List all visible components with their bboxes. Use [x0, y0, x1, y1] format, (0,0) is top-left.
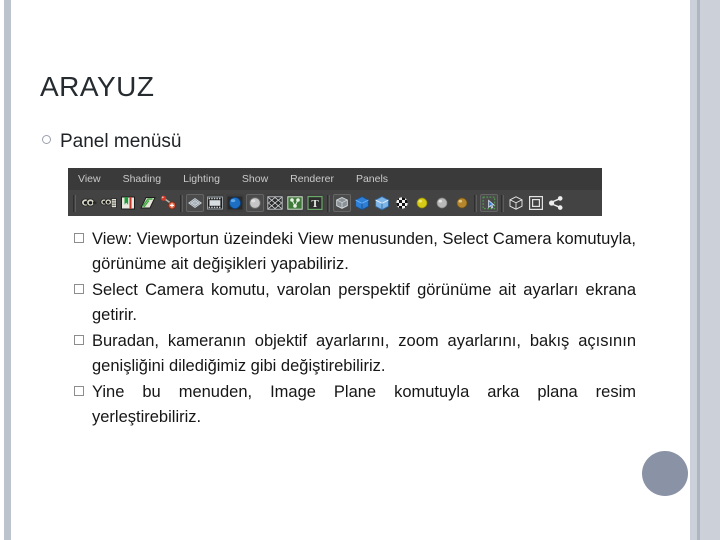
maya-panel-toolbar-image: View Shading Lighting Show Renderer Pane…: [68, 168, 602, 216]
shade-options-icon[interactable]: [266, 194, 284, 212]
shadows-icon[interactable]: [480, 194, 498, 212]
maya-menu-panels[interactable]: Panels: [356, 173, 388, 185]
toggle-subdiv-icon[interactable]: [373, 194, 391, 212]
default-light-icon[interactable]: [433, 194, 451, 212]
list-item: Select Camera komutu, varolan perspektif…: [74, 278, 636, 328]
maya-menu-shading[interactable]: Shading: [123, 173, 162, 185]
hollow-square-bullet-icon: [74, 386, 84, 396]
texture-mode-icon[interactable]: T: [306, 194, 324, 212]
toolbar-separator: [326, 194, 331, 212]
bookmark-icon[interactable]: [119, 194, 137, 212]
toolbar-separator: [72, 194, 77, 212]
use-default-material-icon[interactable]: [246, 194, 264, 212]
level1-bullet-item: Panel menüsü: [42, 131, 181, 153]
hollow-circle-bullet-icon: [42, 135, 51, 144]
maya-menu-view[interactable]: View: [78, 173, 101, 185]
list-item-text: Buradan, kameranın objektif ayarlarını, …: [92, 332, 636, 375]
point-light-icon[interactable]: [413, 194, 431, 212]
xray-joints-icon[interactable]: [286, 194, 304, 212]
toggle-nurbs-icon[interactable]: [333, 194, 351, 212]
right-accent-bar-inner: [690, 0, 697, 540]
list-item: Buradan, kameranın objektif ayarlarını, …: [74, 329, 636, 379]
exposure-icon[interactable]: [547, 194, 565, 212]
body-bullet-list: View: Viewportun üzeindeki View menusund…: [74, 227, 636, 431]
maya-menu-lighting[interactable]: Lighting: [183, 173, 220, 185]
list-item-text: Yine bu menuden, Image Plane komutuyla a…: [92, 383, 636, 426]
hollow-square-bullet-icon: [74, 284, 84, 294]
maya-menu-bar: View Shading Lighting Show Renderer Pane…: [68, 168, 602, 190]
decorative-circle: [642, 451, 688, 496]
toolbar-separator: [179, 194, 184, 212]
maya-icon-bar: T: [68, 190, 602, 216]
svg-text:T: T: [311, 198, 319, 210]
level1-bullet-label: Panel menüsü: [60, 131, 182, 152]
list-item-text: View: Viewportun üzeindeki View menusund…: [92, 230, 636, 273]
maya-menu-show[interactable]: Show: [242, 173, 268, 185]
film-gate-icon[interactable]: [527, 194, 545, 212]
toolbar-separator: [500, 194, 505, 212]
toolbar-separator: [473, 194, 478, 212]
camera-attributes-icon[interactable]: [99, 194, 117, 212]
maya-menu-renderer[interactable]: Renderer: [290, 173, 334, 185]
paint-effects-icon[interactable]: [139, 194, 157, 212]
list-item: View: Viewportun üzeindeki View menusund…: [74, 227, 636, 277]
toggle-polygons-icon[interactable]: [353, 194, 371, 212]
hollow-square-bullet-icon: [74, 335, 84, 345]
list-item: Yine bu menuden, Image Plane komutuyla a…: [74, 380, 636, 430]
left-accent-bar: [4, 0, 11, 540]
all-lights-icon[interactable]: [453, 194, 471, 212]
right-accent-bar-outer: [700, 0, 720, 540]
smooth-shade-all-icon[interactable]: [206, 194, 224, 212]
wireframe-shading-icon[interactable]: [186, 194, 204, 212]
smooth-shade-textured-icon[interactable]: [226, 194, 244, 212]
grid-toggle-icon[interactable]: [507, 194, 525, 212]
page-title: ARAYUZ: [40, 71, 155, 102]
list-item-text: Select Camera komutu, varolan perspektif…: [92, 281, 636, 324]
toggle-textures-icon[interactable]: [393, 194, 411, 212]
hollow-square-bullet-icon: [74, 233, 84, 243]
image-plane-icon[interactable]: [159, 194, 177, 212]
select-camera-icon[interactable]: [79, 194, 97, 212]
